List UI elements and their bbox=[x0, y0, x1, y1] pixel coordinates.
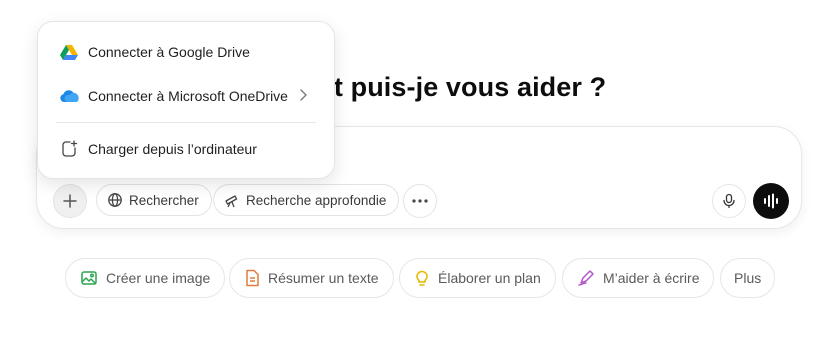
suggestion-more[interactable]: Plus bbox=[720, 258, 776, 298]
menu-item-upload-computer[interactable]: Charger depuis l’ordinateur bbox=[46, 131, 326, 167]
plus-icon bbox=[63, 194, 77, 208]
voice-mode-button[interactable] bbox=[753, 183, 789, 219]
document-icon bbox=[246, 269, 259, 287]
menu-item-label: Charger depuis l’ordinateur bbox=[88, 141, 257, 157]
add-attachment-button[interactable] bbox=[53, 184, 87, 218]
deep-research-button[interactable]: Recherche approfondie bbox=[213, 184, 400, 216]
menu-item-google-drive[interactable]: Connecter à Google Drive bbox=[46, 34, 326, 70]
globe-icon bbox=[108, 193, 122, 207]
menu-item-label: Connecter à Microsoft OneDrive bbox=[88, 88, 288, 104]
telescope-icon bbox=[225, 195, 238, 208]
dictation-button[interactable] bbox=[712, 184, 746, 218]
suggestion-label: M’aider à écrire bbox=[603, 270, 700, 286]
suggestion-label: Plus bbox=[734, 270, 762, 286]
menu-divider bbox=[56, 122, 316, 123]
suggestion-help-write[interactable]: M’aider à écrire bbox=[562, 258, 715, 298]
microphone-icon bbox=[723, 193, 735, 209]
deep-research-label: Recherche approfondie bbox=[246, 192, 387, 208]
suggestion-label: Résumer un texte bbox=[268, 270, 379, 286]
image-icon bbox=[81, 271, 97, 285]
suggestion-create-image[interactable]: Créer une image bbox=[65, 258, 226, 298]
suggestion-label: Créer une image bbox=[106, 270, 211, 286]
search-tool-label: Rechercher bbox=[129, 192, 199, 208]
lightbulb-icon bbox=[416, 270, 428, 286]
menu-item-label: Connecter à Google Drive bbox=[88, 44, 250, 60]
suggestion-summarize-text[interactable]: Résumer un texte bbox=[229, 258, 394, 298]
suggestion-label: Élaborer un plan bbox=[438, 270, 541, 286]
google-drive-icon bbox=[58, 41, 80, 63]
pen-icon bbox=[578, 270, 594, 286]
suggestion-make-plan[interactable]: Élaborer un plan bbox=[399, 258, 556, 298]
search-tool-button[interactable]: Rechercher bbox=[96, 184, 212, 216]
onedrive-icon bbox=[58, 85, 80, 107]
ellipsis-icon bbox=[412, 199, 428, 203]
chevron-right-icon bbox=[300, 89, 307, 101]
attach-menu: Connecter à Google Drive Connecter à Mic… bbox=[37, 21, 335, 179]
voice-mode-icon bbox=[764, 193, 778, 209]
upload-file-icon bbox=[58, 138, 80, 160]
more-tools-button[interactable] bbox=[403, 184, 437, 218]
menu-item-onedrive[interactable]: Connecter à Microsoft OneDrive bbox=[46, 78, 326, 114]
